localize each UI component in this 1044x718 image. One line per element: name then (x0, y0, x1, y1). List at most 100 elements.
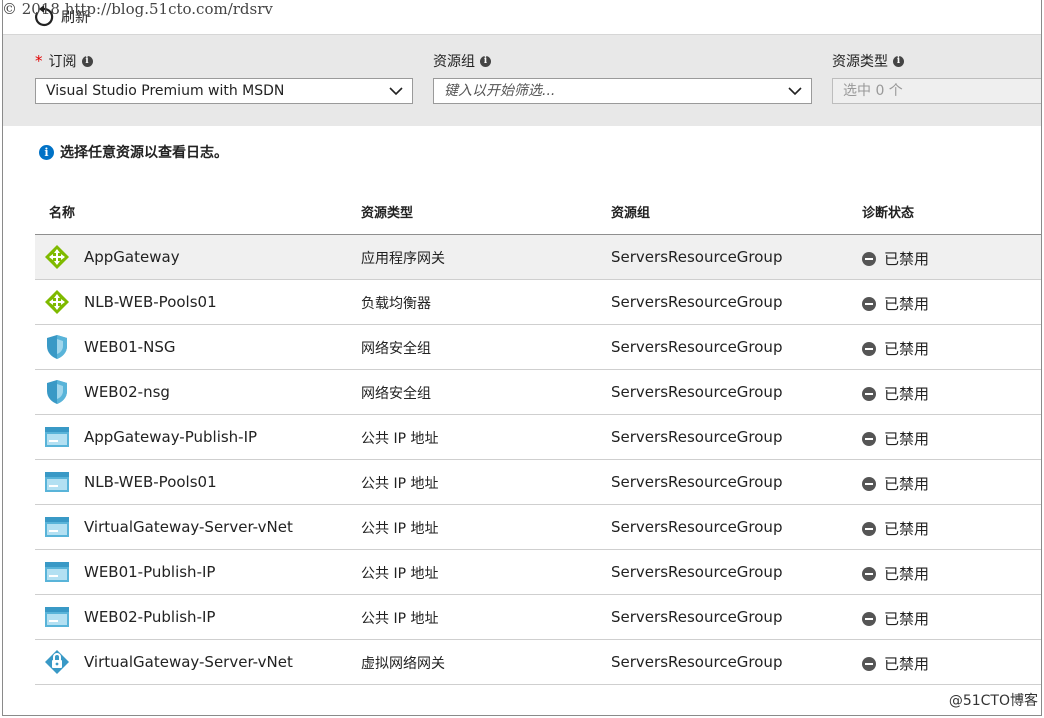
table-row[interactable]: WEB01-NSG 网络安全组 ServersResourceGroup 已禁用 (35, 324, 1041, 369)
resource-group-label: 资源组 i (433, 51, 491, 71)
diagnostic-status: 已禁用 (862, 383, 929, 404)
resource-name[interactable]: NLB-WEB-Pools01 (84, 293, 217, 311)
notice-message: i 选择任意资源以查看日志。 (39, 142, 228, 162)
table-row[interactable]: NLB-WEB-Pools01 负载均衡器 ServersResourceGroup… (35, 279, 1041, 324)
info-icon[interactable]: i (81, 55, 93, 67)
subscription-select[interactable]: Visual Studio Premium with MSDN (35, 78, 413, 104)
disabled-status-icon (862, 386, 876, 401)
disabled-status-icon (862, 611, 876, 626)
resource-name[interactable]: AppGateway (84, 248, 180, 266)
resource-group-filter[interactable]: 键入以开始筛选... (433, 78, 812, 104)
vpn-gateway-icon (44, 649, 70, 675)
resource-group-placeholder: 键入以开始筛选... (444, 83, 556, 99)
resource-group: ServersResourceGroup (611, 563, 783, 581)
resource-group: ServersResourceGroup (611, 338, 783, 356)
resource-group: ServersResourceGroup (611, 293, 783, 311)
filter-bar: * 订阅 i Visual Studio Premium with MSDN 资… (3, 35, 1041, 126)
info-icon[interactable]: i (480, 55, 491, 67)
status-text: 已禁用 (884, 655, 930, 673)
resource-name[interactable]: AppGateway-Publish-IP (84, 428, 257, 446)
disabled-status-icon (862, 431, 876, 446)
resource-type: 公共 IP 地址 (361, 476, 439, 492)
resource-type-label: 资源类型 i (832, 51, 904, 71)
column-header-type[interactable]: 资源类型 (361, 202, 413, 221)
table-row[interactable]: WEB02-Publish-IP 公共 IP 地址 ServersResourceG… (35, 594, 1041, 639)
status-text: 已禁用 (884, 430, 930, 448)
subscription-value: Visual Studio Premium with MSDN (46, 83, 285, 99)
resource-group: ServersResourceGroup (611, 608, 783, 626)
public-ip-icon (44, 424, 70, 450)
diagnostic-status: 已禁用 (862, 338, 929, 359)
diagnostics-blade: 刷新 * 订阅 i Visual Studio Premium with MSD… (2, 0, 1042, 716)
resource-name[interactable]: VirtualGateway-Server-vNet (84, 653, 293, 671)
subscription-label-text: 订阅 (48, 54, 77, 70)
shield-icon (44, 379, 70, 405)
resource-group: ServersResourceGroup (611, 248, 783, 266)
disabled-status-icon (862, 251, 876, 266)
table-row[interactable]: WEB01-Publish-IP 公共 IP 地址 ServersResourceG… (35, 549, 1041, 594)
status-text: 已禁用 (884, 295, 930, 313)
resource-type: 公共 IP 地址 (361, 566, 439, 582)
diagnostic-status: 已禁用 (862, 428, 929, 449)
resource-type: 公共 IP 地址 (361, 431, 439, 447)
resource-group: ServersResourceGroup (611, 383, 783, 401)
disabled-status-icon (862, 566, 876, 581)
disabled-status-icon (862, 476, 876, 491)
diagnostic-status: 已禁用 (862, 473, 929, 494)
column-header-status[interactable]: 诊断状态 (862, 202, 914, 221)
watermark-site: @51CTO博客 (948, 693, 1038, 709)
table-row[interactable]: AppGateway-Publish-IP 公共 IP 地址 ServersReso… (35, 414, 1041, 459)
resource-type: 网络安全组 (361, 341, 431, 357)
chevron-down-icon (788, 87, 802, 96)
status-text: 已禁用 (884, 250, 930, 268)
notice-text: 选择任意资源以查看日志。 (60, 145, 228, 161)
resource-type: 公共 IP 地址 (361, 521, 439, 537)
public-ip-icon (44, 469, 70, 495)
resource-name[interactable]: NLB-WEB-Pools01 (84, 473, 217, 491)
watermark-url: © 2018 http://blog.51cto.com/rdsrv (2, 0, 273, 18)
table-row[interactable]: AppGateway 应用程序网关 ServersResourceGroup 已禁用 (35, 234, 1041, 279)
disabled-status-icon (862, 341, 876, 356)
diagnostic-status: 已禁用 (862, 518, 929, 539)
resource-type: 虚拟网络网关 (361, 656, 445, 672)
resource-name[interactable]: VirtualGateway-Server-vNet (84, 518, 293, 536)
table-row[interactable]: WEB02-nsg 网络安全组 ServersResourceGroup 已禁用 (35, 369, 1041, 414)
status-text: 已禁用 (884, 340, 930, 358)
table-row[interactable]: VirtualGateway-Server-vNet 虚拟网络网关 ServersR… (35, 639, 1041, 685)
status-text: 已禁用 (884, 385, 930, 403)
resource-group: ServersResourceGroup (611, 428, 783, 446)
disabled-status-icon (862, 296, 876, 311)
resource-name[interactable]: WEB02-Publish-IP (84, 608, 215, 626)
required-mark: * (35, 52, 43, 70)
resource-type: 应用程序网关 (361, 251, 445, 267)
resource-type-select[interactable]: 选中 0 个 (832, 78, 1041, 104)
resource-type: 网络安全组 (361, 386, 431, 402)
resource-table: AppGateway 应用程序网关 ServersResourceGroup 已禁用 … (35, 234, 1041, 685)
disabled-status-icon (862, 521, 876, 536)
load-balancer-icon (44, 289, 70, 315)
public-ip-icon (44, 604, 70, 630)
info-icon: i (39, 144, 54, 160)
resource-group: ServersResourceGroup (611, 518, 783, 536)
column-header-group[interactable]: 资源组 (611, 202, 650, 221)
column-header-name[interactable]: 名称 (49, 202, 75, 221)
info-icon[interactable]: i (893, 55, 904, 67)
diagnostic-status: 已禁用 (862, 653, 929, 674)
public-ip-icon (44, 559, 70, 585)
resource-group: ServersResourceGroup (611, 653, 783, 671)
resource-group: ServersResourceGroup (611, 473, 783, 491)
resource-name[interactable]: WEB02-nsg (84, 383, 170, 401)
table-row[interactable]: VirtualGateway-Server-vNet 公共 IP 地址 Server… (35, 504, 1041, 549)
resource-type-value: 选中 0 个 (843, 83, 903, 99)
resource-name[interactable]: WEB01-Publish-IP (84, 563, 215, 581)
subscription-label: * 订阅 i (35, 51, 93, 71)
resource-name[interactable]: WEB01-NSG (84, 338, 175, 356)
status-text: 已禁用 (884, 610, 930, 628)
status-text: 已禁用 (884, 475, 930, 493)
disabled-status-icon (862, 656, 876, 671)
resource-type-label-text: 资源类型 (832, 54, 888, 70)
diagnostic-status: 已禁用 (862, 563, 929, 584)
resource-type: 公共 IP 地址 (361, 611, 439, 627)
status-text: 已禁用 (884, 565, 930, 583)
table-row[interactable]: NLB-WEB-Pools01 公共 IP 地址 ServersResourceGr… (35, 459, 1041, 504)
